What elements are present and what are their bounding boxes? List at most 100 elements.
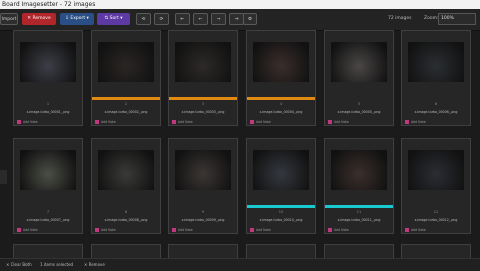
thumbnail-image[interactable] <box>331 150 387 190</box>
image-number: 6 <box>434 102 438 106</box>
add-note-label: Add Note <box>334 228 349 232</box>
note-icon <box>405 120 409 124</box>
add-note-button[interactable]: Add Note <box>405 227 467 233</box>
thumbnail-image[interactable] <box>20 42 76 82</box>
image-card[interactable]: 11 z-image-turbo_00011_.png Add Note <box>324 138 394 234</box>
note-icon <box>95 120 99 124</box>
note-icon <box>328 228 332 232</box>
note-icon <box>405 228 409 232</box>
image-card[interactable] <box>401 244 471 258</box>
status-remove-button[interactable]: ✕ Remove <box>84 259 105 271</box>
add-note-label: Add Note <box>178 228 193 232</box>
status-bar-indicator <box>14 205 82 208</box>
thumbnail-image[interactable] <box>253 42 309 82</box>
thumbnail-image[interactable] <box>253 150 309 190</box>
thumbnail-image[interactable] <box>331 42 387 82</box>
sort-button[interactable]: ⇅ Sort ▾ <box>97 13 130 25</box>
status-bar-indicator <box>325 205 393 208</box>
image-card[interactable]: 2 z-image-turbo_00002_.png Add Note <box>91 30 161 126</box>
add-note-label: Add Note <box>101 120 116 124</box>
window-title: Board Imagesetter - 72 images <box>2 1 96 8</box>
image-card[interactable]: 10 z-image-turbo_00010_.png Add Note <box>246 138 316 234</box>
image-card[interactable]: 6 z-image-turbo_00006_.png Add Note <box>401 30 471 126</box>
add-note-button[interactable]: Add Note <box>405 119 467 125</box>
add-note-label: Add Note <box>178 120 193 124</box>
next-button[interactable]: → <box>211 13 226 25</box>
clear-both-button[interactable]: ✕ Clear Both <box>6 259 32 271</box>
add-note-button[interactable]: Add Note <box>95 119 157 125</box>
image-number: 2 <box>124 102 128 106</box>
thumbnail-image[interactable] <box>98 42 154 82</box>
add-note-label: Add Note <box>256 228 271 232</box>
image-card[interactable]: 3 z-image-turbo_00003_.png Add Note <box>168 30 238 126</box>
thumbnail-area <box>247 31 315 97</box>
file-name: z-image-turbo_00012_.png <box>414 218 458 222</box>
image-card[interactable] <box>91 244 161 258</box>
image-card[interactable]: 8 z-image-turbo_00008_.png Add Note <box>91 138 161 234</box>
add-note-button[interactable]: Add Note <box>250 119 312 125</box>
add-note-button[interactable]: Add Note <box>328 227 390 233</box>
thumbnail-image[interactable] <box>175 150 231 190</box>
image-number: 9 <box>201 210 205 214</box>
rotate-right-button[interactable]: ⟳ <box>154 13 169 25</box>
thumbnail-image[interactable] <box>408 42 464 82</box>
file-name: z-image-turbo_00010_.png <box>259 218 303 222</box>
image-card[interactable]: 12 z-image-turbo_00012_.png Add Note <box>401 138 471 234</box>
first-button[interactable]: ⇤ <box>175 13 190 25</box>
prev-button[interactable]: ← <box>193 13 208 25</box>
zoom-input[interactable]: 100% <box>438 13 476 25</box>
thumbnail-image[interactable] <box>98 150 154 190</box>
add-note-button[interactable]: Add Note <box>17 227 79 233</box>
add-note-label: Add Note <box>23 228 38 232</box>
gear-icon[interactable]: ⚙ <box>243 13 257 25</box>
image-number: 10 <box>278 210 284 214</box>
thumbnail-area <box>92 139 160 205</box>
image-card[interactable]: 7 z-image-turbo_00007_.png Add Note <box>13 138 83 234</box>
add-note-button[interactable]: Add Note <box>95 227 157 233</box>
status-bar-indicator <box>169 97 237 100</box>
file-name: z-image-turbo_00004_.png <box>259 110 303 114</box>
add-note-label: Add Note <box>334 120 349 124</box>
note-icon <box>250 120 254 124</box>
status-bar-indicator <box>325 97 393 100</box>
image-number: 3 <box>201 102 205 106</box>
image-card[interactable] <box>324 244 394 258</box>
add-note-button[interactable]: Add Note <box>328 119 390 125</box>
rotate-left-button[interactable]: ⟲ <box>136 13 151 25</box>
note-icon <box>172 120 176 124</box>
file-name: z-image-turbo_00001_.png <box>26 110 70 114</box>
thumbnail-image[interactable] <box>175 42 231 82</box>
thumbnail-area <box>325 31 393 97</box>
sidebar-toggle[interactable] <box>0 170 7 184</box>
thumbnail-image[interactable] <box>20 150 76 190</box>
note-icon <box>95 228 99 232</box>
image-card[interactable] <box>168 244 238 258</box>
file-name: z-image-turbo_00008_.png <box>104 218 148 222</box>
add-note-label: Add Note <box>101 228 116 232</box>
title-bar: Board Imagesetter - 72 images <box>0 0 480 9</box>
image-card[interactable]: 4 z-image-turbo_00004_.png Add Note <box>246 30 316 126</box>
add-note-button[interactable]: Add Note <box>250 227 312 233</box>
image-number: 5 <box>357 102 361 106</box>
thumbnail-area <box>14 139 82 205</box>
file-name: z-image-turbo_00011_.png <box>337 218 381 222</box>
status-bar: ✕ Clear Both 1 items selected ✕ Remove <box>0 258 480 271</box>
image-card[interactable]: 5 z-image-turbo_00005_.png Add Note <box>324 30 394 126</box>
thumbnail-image[interactable] <box>408 150 464 190</box>
add-note-button[interactable]: Add Note <box>172 119 234 125</box>
image-card[interactable] <box>246 244 316 258</box>
remove-button[interactable]: ✕ Remove <box>22 13 56 25</box>
import-button[interactable]: Import <box>0 13 18 25</box>
export-button[interactable]: ⇩ Export ▾ <box>60 13 94 25</box>
add-note-button[interactable]: Add Note <box>172 227 234 233</box>
image-card[interactable] <box>13 244 83 258</box>
image-number: 4 <box>279 102 283 106</box>
image-number: 7 <box>46 210 50 214</box>
file-name: z-image-turbo_00007_.png <box>26 218 70 222</box>
add-note-button[interactable]: Add Note <box>17 119 79 125</box>
image-number: 11 <box>356 210 362 214</box>
last-button[interactable]: ⇥ <box>229 13 244 25</box>
add-note-label: Add Note <box>411 228 426 232</box>
image-card[interactable]: 9 z-image-turbo_00009_.png Add Note <box>168 138 238 234</box>
image-card[interactable]: 1 z-image-turbo_00001_.png Add Note <box>13 30 83 126</box>
